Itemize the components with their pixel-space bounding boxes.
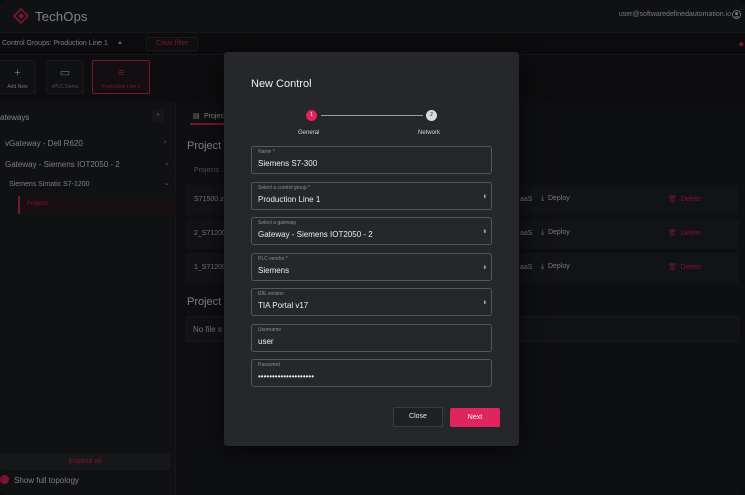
new-control-dialog: New Control 1 2 General Network Name * S… <box>224 52 519 446</box>
app-window: TechOps user@softwaredefinedautomation.i… <box>0 0 745 495</box>
step-1-label: General <box>298 130 320 136</box>
select-arrows-icon: ⬍ <box>482 194 487 200</box>
control-group-select[interactable]: Select a control group * Production Line… <box>251 182 492 210</box>
stepper-connector <box>321 115 423 116</box>
gateway-select[interactable]: Select a gateway Gateway - Siemens IOT20… <box>251 217 492 245</box>
field-value: •••••••••••••••••••• <box>258 372 315 381</box>
close-button[interactable]: Close <box>393 407 443 427</box>
password-field[interactable]: Password •••••••••••••••••••• <box>251 359 492 387</box>
field-value: user <box>258 337 274 346</box>
field-label: Select a gateway <box>258 220 297 226</box>
step-1-indicator: 1 <box>306 110 317 121</box>
select-arrows-icon: ⬍ <box>482 300 487 306</box>
field-label: Username <box>258 327 282 333</box>
step-2-label: Network <box>418 130 441 136</box>
field-label: Name * <box>258 149 275 155</box>
field-value: Siemens S7-300 <box>258 159 318 168</box>
field-label: IDE version <box>258 291 284 297</box>
dialog-title: New Control <box>251 78 312 90</box>
field-value: Siemens <box>258 266 290 275</box>
select-arrows-icon: ⬍ <box>482 229 487 235</box>
step-2-indicator: 2 <box>426 110 437 121</box>
field-value: Production Line 1 <box>258 195 321 204</box>
field-label: Password <box>258 362 280 368</box>
next-button[interactable]: Next <box>450 408 500 427</box>
field-label: PLC vendor * <box>258 256 288 262</box>
username-field[interactable]: Username user <box>251 324 492 352</box>
plc-vendor-select[interactable]: PLC vendor * Siemens ⬍ <box>251 253 492 281</box>
select-arrows-icon: ⬍ <box>482 265 487 271</box>
field-value: TIA Portal v17 <box>258 301 309 310</box>
field-label: Select a control group * <box>258 185 310 191</box>
ide-version-select[interactable]: IDE version TIA Portal v17 ⬍ <box>251 288 492 316</box>
field-value: Gateway - Siemens IOT2050 - 2 <box>258 230 373 239</box>
name-field[interactable]: Name * Siemens S7-300 <box>251 146 492 174</box>
